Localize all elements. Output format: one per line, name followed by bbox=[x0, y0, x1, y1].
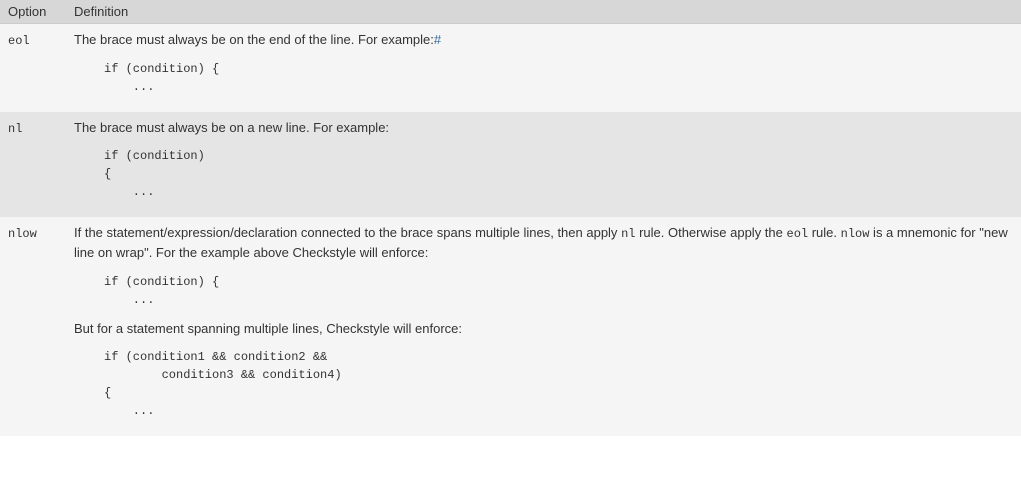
option-name-eol: eol bbox=[8, 34, 30, 48]
definition-cell: If the statement/expression/declaration … bbox=[66, 217, 1021, 436]
definition-text: rule. bbox=[808, 225, 841, 240]
code-ref-nlow: nlow bbox=[841, 227, 870, 241]
option-name-nlow: nlow bbox=[8, 227, 37, 241]
definition-text: The brace must always be on the end of t… bbox=[74, 32, 434, 47]
definition-cell: The brace must always be on a new line. … bbox=[66, 112, 1021, 218]
definition-cell: The brace must always be on the end of t… bbox=[66, 24, 1021, 112]
code-block: if (condition) { ... bbox=[104, 273, 1013, 309]
table-row: eol The brace must always be on the end … bbox=[0, 24, 1021, 112]
code-block: if (condition) { ... bbox=[104, 147, 1013, 201]
table-row: nl The brace must always be on a new lin… bbox=[0, 112, 1021, 218]
header-option: Option bbox=[0, 0, 66, 24]
table-row: nlow If the statement/expression/declara… bbox=[0, 217, 1021, 436]
code-block: if (condition) { ... bbox=[104, 60, 1013, 96]
anchor-link[interactable]: # bbox=[434, 32, 441, 47]
definition-text: The brace must always be on a new line. … bbox=[74, 120, 389, 135]
code-ref-eol: eol bbox=[787, 227, 809, 241]
definition-text: But for a statement spanning multiple li… bbox=[74, 321, 462, 336]
options-table: Option Definition eol The brace must alw… bbox=[0, 0, 1021, 436]
code-ref-nl: nl bbox=[621, 227, 635, 241]
code-block: if (condition1 && condition2 && conditio… bbox=[104, 348, 1013, 420]
header-definition: Definition bbox=[66, 0, 1021, 24]
definition-text: rule. Otherwise apply the bbox=[635, 225, 786, 240]
option-name-nl: nl bbox=[8, 122, 22, 136]
definition-text: If the statement/expression/declaration … bbox=[74, 225, 621, 240]
